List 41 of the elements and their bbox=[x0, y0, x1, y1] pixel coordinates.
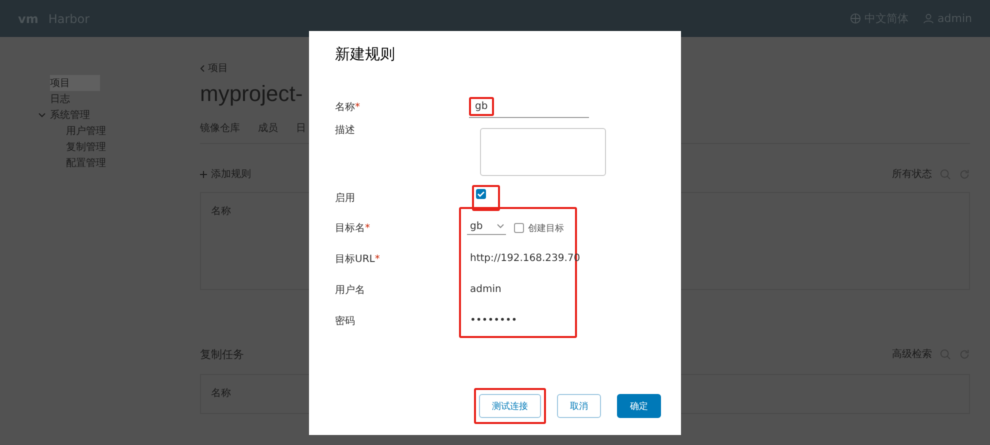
add-rule-link[interactable]: 添加规则 bbox=[211, 167, 251, 181]
sidebar-item[interactable]: 项目 bbox=[50, 75, 100, 91]
sidebar-item[interactable]: 日志 bbox=[50, 91, 70, 107]
field-label: 密码 bbox=[335, 314, 356, 328]
section-title: 复制任务 bbox=[200, 346, 244, 362]
field-label: 启用 bbox=[335, 192, 356, 205]
checkbox-label: 创建目标 bbox=[528, 222, 564, 234]
plus-icon[interactable] bbox=[200, 170, 207, 178]
globe-icon bbox=[850, 13, 861, 24]
chevron-down-icon bbox=[497, 224, 504, 229]
sidebar-item[interactable]: 复制管理 bbox=[50, 139, 106, 155]
tab[interactable]: 成员 bbox=[258, 121, 278, 135]
tab[interactable]: 镜像仓库 bbox=[200, 121, 240, 135]
dialog-button[interactable]: 确定 bbox=[617, 394, 661, 418]
column-header: 名称 bbox=[211, 388, 231, 399]
caret-icon[interactable] bbox=[38, 111, 46, 119]
field-label: 描述 bbox=[335, 124, 356, 137]
field-value: •••••••• bbox=[469, 315, 518, 326]
field-value: admin bbox=[469, 284, 502, 295]
description-textarea[interactable] bbox=[480, 128, 606, 176]
name-input[interactable]: gb bbox=[469, 96, 589, 118]
project-title: myproject- bbox=[200, 81, 303, 107]
checkbox[interactable] bbox=[476, 189, 486, 199]
checkbox[interactable] bbox=[514, 223, 524, 233]
checkmark-icon bbox=[477, 190, 485, 198]
breadcrumb-link[interactable]: 项目 bbox=[208, 61, 228, 75]
sidebar-item[interactable]: 系统管理 bbox=[50, 107, 90, 123]
sidebar-item[interactable]: 用户管理 bbox=[50, 123, 106, 139]
column-header: 名称 bbox=[211, 206, 231, 217]
highlight-frame: gb bbox=[469, 96, 494, 116]
target-select[interactable]: gb bbox=[467, 221, 506, 235]
user-icon bbox=[922, 13, 934, 24]
dialog-button[interactable]: 取消 bbox=[557, 394, 601, 418]
status-filter[interactable]: 所有状态 bbox=[892, 167, 932, 181]
dialog-title: 新建规则 bbox=[335, 45, 396, 65]
tab[interactable]: 日 bbox=[296, 121, 306, 135]
sidebar-item[interactable]: 配置管理 bbox=[50, 155, 106, 171]
dialog-button[interactable]: 测试连接 bbox=[479, 394, 541, 418]
chevron-left-icon[interactable] bbox=[200, 64, 205, 72]
field-label: 名称* bbox=[335, 101, 361, 114]
advanced-search-link[interactable]: 高级检索 bbox=[892, 347, 932, 361]
